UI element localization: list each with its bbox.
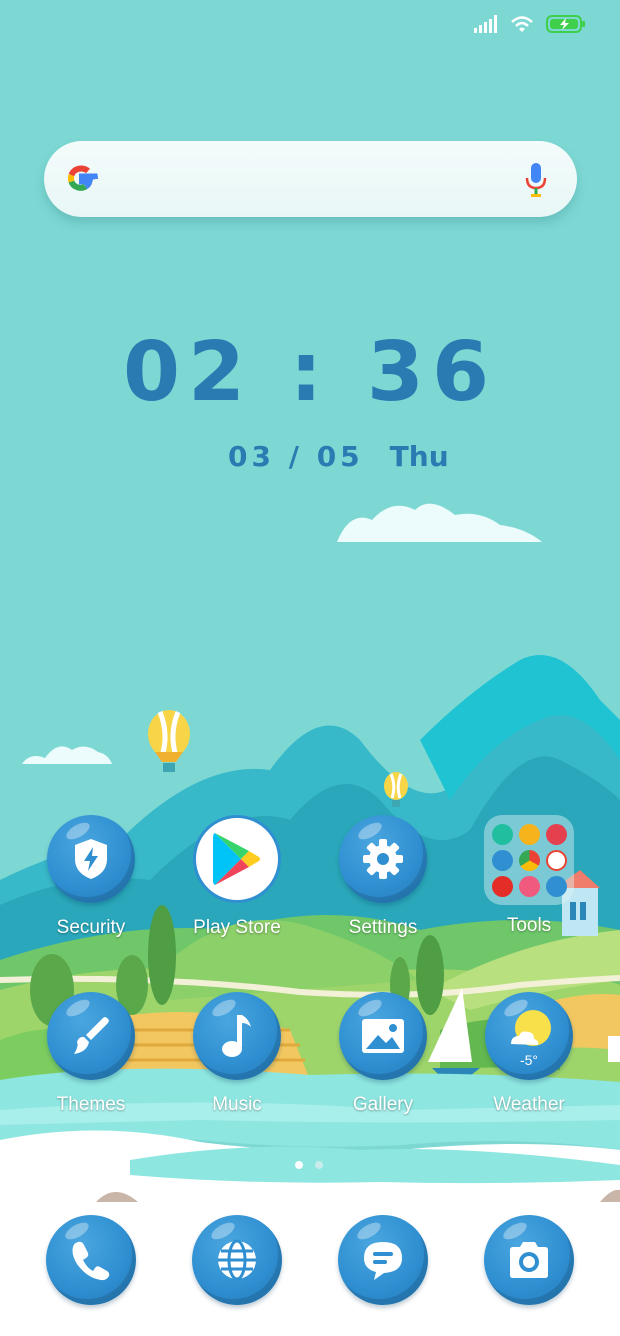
movies-mini-icon [546, 824, 567, 845]
gmail-mini-icon [546, 850, 567, 871]
folder-icon [484, 815, 574, 905]
browser-globe-icon [192, 1215, 282, 1305]
weather-sun-cloud-icon: -5° [485, 992, 573, 1080]
gear-icon [339, 815, 427, 903]
app-label: Play Store [193, 917, 281, 938]
app-security[interactable]: Security [31, 815, 151, 939]
app-label: Tools [506, 915, 552, 936]
music-note-icon [193, 992, 281, 1080]
messages-icon [338, 1215, 428, 1305]
google-search-bar[interactable] [44, 141, 577, 217]
youtube-mini-icon [492, 876, 513, 897]
page-dot-active[interactable] [295, 1161, 303, 1169]
dock-camera[interactable] [469, 1215, 589, 1305]
day-text: Thu [389, 440, 449, 473]
camera-icon [484, 1215, 574, 1305]
date-text: 03 / 05 [228, 440, 364, 473]
page-indicator[interactable] [295, 1161, 323, 1169]
clock-widget-time[interactable]: 02 : 36 [0, 325, 620, 420]
battery-charging-icon [546, 15, 585, 33]
contacts-mini-icon [492, 850, 513, 871]
app-gallery[interactable]: Gallery [323, 992, 443, 1116]
dock-phone[interactable] [31, 1215, 151, 1305]
scanner-mini-icon [492, 824, 513, 845]
shield-bolt-icon [47, 815, 135, 903]
home-screen: 02 : 36 03 / 05 Thu Security Play Store [0, 0, 620, 1336]
app-label: Security [56, 917, 126, 938]
app-label: Themes [56, 1094, 126, 1115]
weather-temperature: -5° [519, 1052, 539, 1068]
duo-mini-icon [546, 876, 567, 897]
play-store-icon [193, 815, 281, 903]
app-label: Music [212, 1094, 262, 1115]
mic-icon[interactable] [525, 163, 547, 197]
app-label: Settings [348, 917, 418, 938]
page-dot[interactable] [315, 1161, 323, 1169]
app-themes[interactable]: Themes [31, 992, 151, 1116]
app-weather[interactable]: -5° Weather [469, 992, 589, 1116]
chrome-mini-icon [519, 850, 540, 871]
google-logo [67, 165, 98, 191]
folder-tools[interactable]: Tools [469, 815, 589, 937]
phone-icon [46, 1215, 136, 1305]
paintbrush-icon [47, 992, 135, 1080]
signal-icon [474, 15, 497, 33]
wifi-icon [511, 16, 533, 32]
image-icon [339, 992, 427, 1080]
app-label: Weather [493, 1094, 565, 1115]
dock-browser[interactable] [177, 1215, 297, 1305]
app-play-store[interactable]: Play Store [177, 815, 297, 939]
status-bar [474, 14, 586, 34]
health-mini-icon [519, 876, 540, 897]
play-mini-icon [519, 824, 540, 845]
dock-messages[interactable] [323, 1215, 443, 1305]
clock-widget-date[interactable]: 03 / 05 Thu [228, 440, 449, 473]
app-label: Gallery [352, 1094, 414, 1115]
app-music[interactable]: Music [177, 992, 297, 1116]
app-settings[interactable]: Settings [323, 815, 443, 939]
